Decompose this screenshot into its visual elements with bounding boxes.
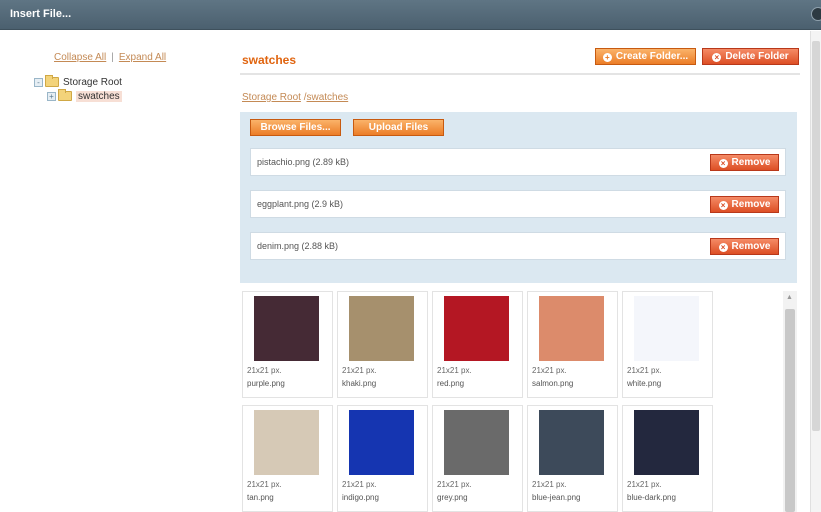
- thumbnail-filename: grey.png: [437, 493, 468, 502]
- browse-files-button[interactable]: Browse Files...: [250, 119, 341, 136]
- folder-tree-panel: Collapse All | Expand All - Storage Root +…: [0, 31, 232, 512]
- thumbnail-item[interactable]: 21x21 px. red.png: [432, 291, 523, 398]
- thumbnail-filename: blue-dark.png: [627, 493, 676, 502]
- close-window-icon[interactable]: [811, 7, 821, 21]
- header-divider: [240, 73, 800, 75]
- thumbnail-filename: salmon.png: [532, 379, 574, 388]
- thumbnail-dimensions: 21x21 px.: [342, 366, 377, 375]
- window-scrollbar[interactable]: [810, 31, 821, 512]
- plus-icon: +: [602, 53, 612, 62]
- thumbnail-item[interactable]: 21x21 px. white.png: [622, 291, 713, 398]
- tree-controls: Collapse All | Expand All: [54, 52, 166, 63]
- scroll-up-icon[interactable]: ▲: [786, 294, 793, 301]
- thumbnail-dimensions: 21x21 px.: [247, 366, 282, 375]
- expand-toggle-icon[interactable]: +: [47, 91, 56, 101]
- tree-link-separator: |: [111, 52, 114, 63]
- thumbnail-filename: purple.png: [247, 379, 285, 388]
- breadcrumb-storage-root[interactable]: Storage Root: [242, 92, 301, 103]
- thumbnail-filename: white.png: [627, 379, 662, 388]
- thumbnail-item[interactable]: 21x21 px. tan.png: [242, 405, 333, 512]
- title-bar: Insert File...: [0, 0, 821, 30]
- swatch-image: [349, 410, 414, 475]
- window-title: Insert File...: [10, 8, 72, 20]
- upload-file-name: denim.png (2.88 kB): [257, 241, 339, 251]
- thumbnail-dimensions: 21x21 px.: [247, 480, 282, 489]
- tree-node-label: Storage Root: [63, 76, 122, 88]
- remove-file-button[interactable]: × Remove: [710, 154, 779, 171]
- remove-icon: ×: [718, 243, 728, 252]
- upload-panel: Browse Files... Upload Files pistachio.p…: [240, 112, 797, 283]
- remove-file-button[interactable]: × Remove: [710, 238, 779, 255]
- scrollbar-thumb[interactable]: [785, 309, 795, 512]
- remove-icon: ×: [718, 201, 728, 210]
- thumbnail-item[interactable]: 21x21 px. salmon.png: [527, 291, 618, 398]
- thumbnail-filename: red.png: [437, 379, 465, 388]
- breadcrumb: Storage Root /swatches: [242, 92, 348, 103]
- swatch-image: [634, 410, 699, 475]
- swatch-image: [444, 296, 509, 361]
- thumbnail-item[interactable]: 21x21 px. khaki.png: [337, 291, 428, 398]
- swatch-image: [349, 296, 414, 361]
- thumbnail-dimensions: 21x21 px.: [627, 480, 662, 489]
- upload-file-row: pistachio.png (2.89 kB) × Remove: [250, 148, 786, 176]
- thumbnail-filename: khaki.png: [342, 379, 377, 388]
- folder-icon: [58, 89, 72, 101]
- create-folder-label: Create Folder...: [615, 51, 689, 62]
- thumbnail-grid: 21x21 px. purple.png 21x21 px. khaki.png…: [240, 289, 785, 512]
- collapse-toggle-icon[interactable]: -: [34, 77, 43, 87]
- remove-icon: ×: [712, 53, 722, 62]
- remove-file-button[interactable]: × Remove: [710, 196, 779, 213]
- thumbnail-dimensions: 21x21 px.: [532, 480, 567, 489]
- tree-node-label: swatches: [76, 90, 122, 102]
- swatch-image: [634, 296, 699, 361]
- thumbnail-item[interactable]: 21x21 px. grey.png: [432, 405, 523, 512]
- thumbnail-filename: tan.png: [247, 493, 274, 502]
- thumbnail-scrollbar[interactable]: ▲: [783, 291, 797, 512]
- swatch-image: [254, 410, 319, 475]
- thumbnail-item[interactable]: 21x21 px. purple.png: [242, 291, 333, 398]
- folder-icon: [45, 75, 59, 87]
- expand-all-link[interactable]: Expand All: [119, 52, 166, 63]
- create-folder-button[interactable]: + Create Folder...: [595, 48, 696, 65]
- thumbnail-item[interactable]: 21x21 px. indigo.png: [337, 405, 428, 512]
- folder-title: swatches: [242, 53, 297, 67]
- main-content: swatches + Create Folder... × Delete Folde…: [240, 31, 808, 512]
- thumbnail-filename: blue-jean.png: [532, 493, 581, 502]
- thumbnail-item[interactable]: 21x21 px. blue-jean.png: [527, 405, 618, 512]
- thumbnail-filename: indigo.png: [342, 493, 379, 502]
- swatch-image: [254, 296, 319, 361]
- tree-node-storage-root[interactable]: - Storage Root: [34, 75, 122, 89]
- thumbnail-dimensions: 21x21 px.: [437, 366, 472, 375]
- thumbnail-dimensions: 21x21 px.: [437, 480, 472, 489]
- thumbnail-item[interactable]: 21x21 px. blue-dark.png: [622, 405, 713, 512]
- remove-label: Remove: [731, 157, 771, 168]
- thumbnail-dimensions: 21x21 px.: [627, 366, 662, 375]
- swatch-image: [539, 296, 604, 361]
- upload-files-button[interactable]: Upload Files: [353, 119, 444, 136]
- tree-node-swatches[interactable]: + swatches: [47, 89, 122, 103]
- upload-file-row: denim.png (2.88 kB) × Remove: [250, 232, 786, 260]
- delete-folder-label: Delete Folder: [725, 51, 789, 62]
- thumbnail-dimensions: 21x21 px.: [532, 366, 567, 375]
- upload-file-name: eggplant.png (2.9 kB): [257, 199, 344, 209]
- collapse-all-link[interactable]: Collapse All: [54, 52, 106, 63]
- swatch-image: [539, 410, 604, 475]
- window-scrollbar-thumb[interactable]: [812, 41, 820, 431]
- thumbnail-dimensions: 21x21 px.: [342, 480, 377, 489]
- insert-file-window: Insert File... Collapse All | Expand All -…: [0, 0, 821, 512]
- delete-folder-button[interactable]: × Delete Folder: [702, 48, 799, 65]
- upload-file-name: pistachio.png (2.89 kB): [257, 157, 350, 167]
- remove-label: Remove: [731, 199, 771, 210]
- remove-label: Remove: [731, 241, 771, 252]
- swatch-image: [444, 410, 509, 475]
- remove-icon: ×: [718, 159, 728, 168]
- upload-file-row: eggplant.png (2.9 kB) × Remove: [250, 190, 786, 218]
- breadcrumb-swatches[interactable]: swatches: [307, 92, 349, 103]
